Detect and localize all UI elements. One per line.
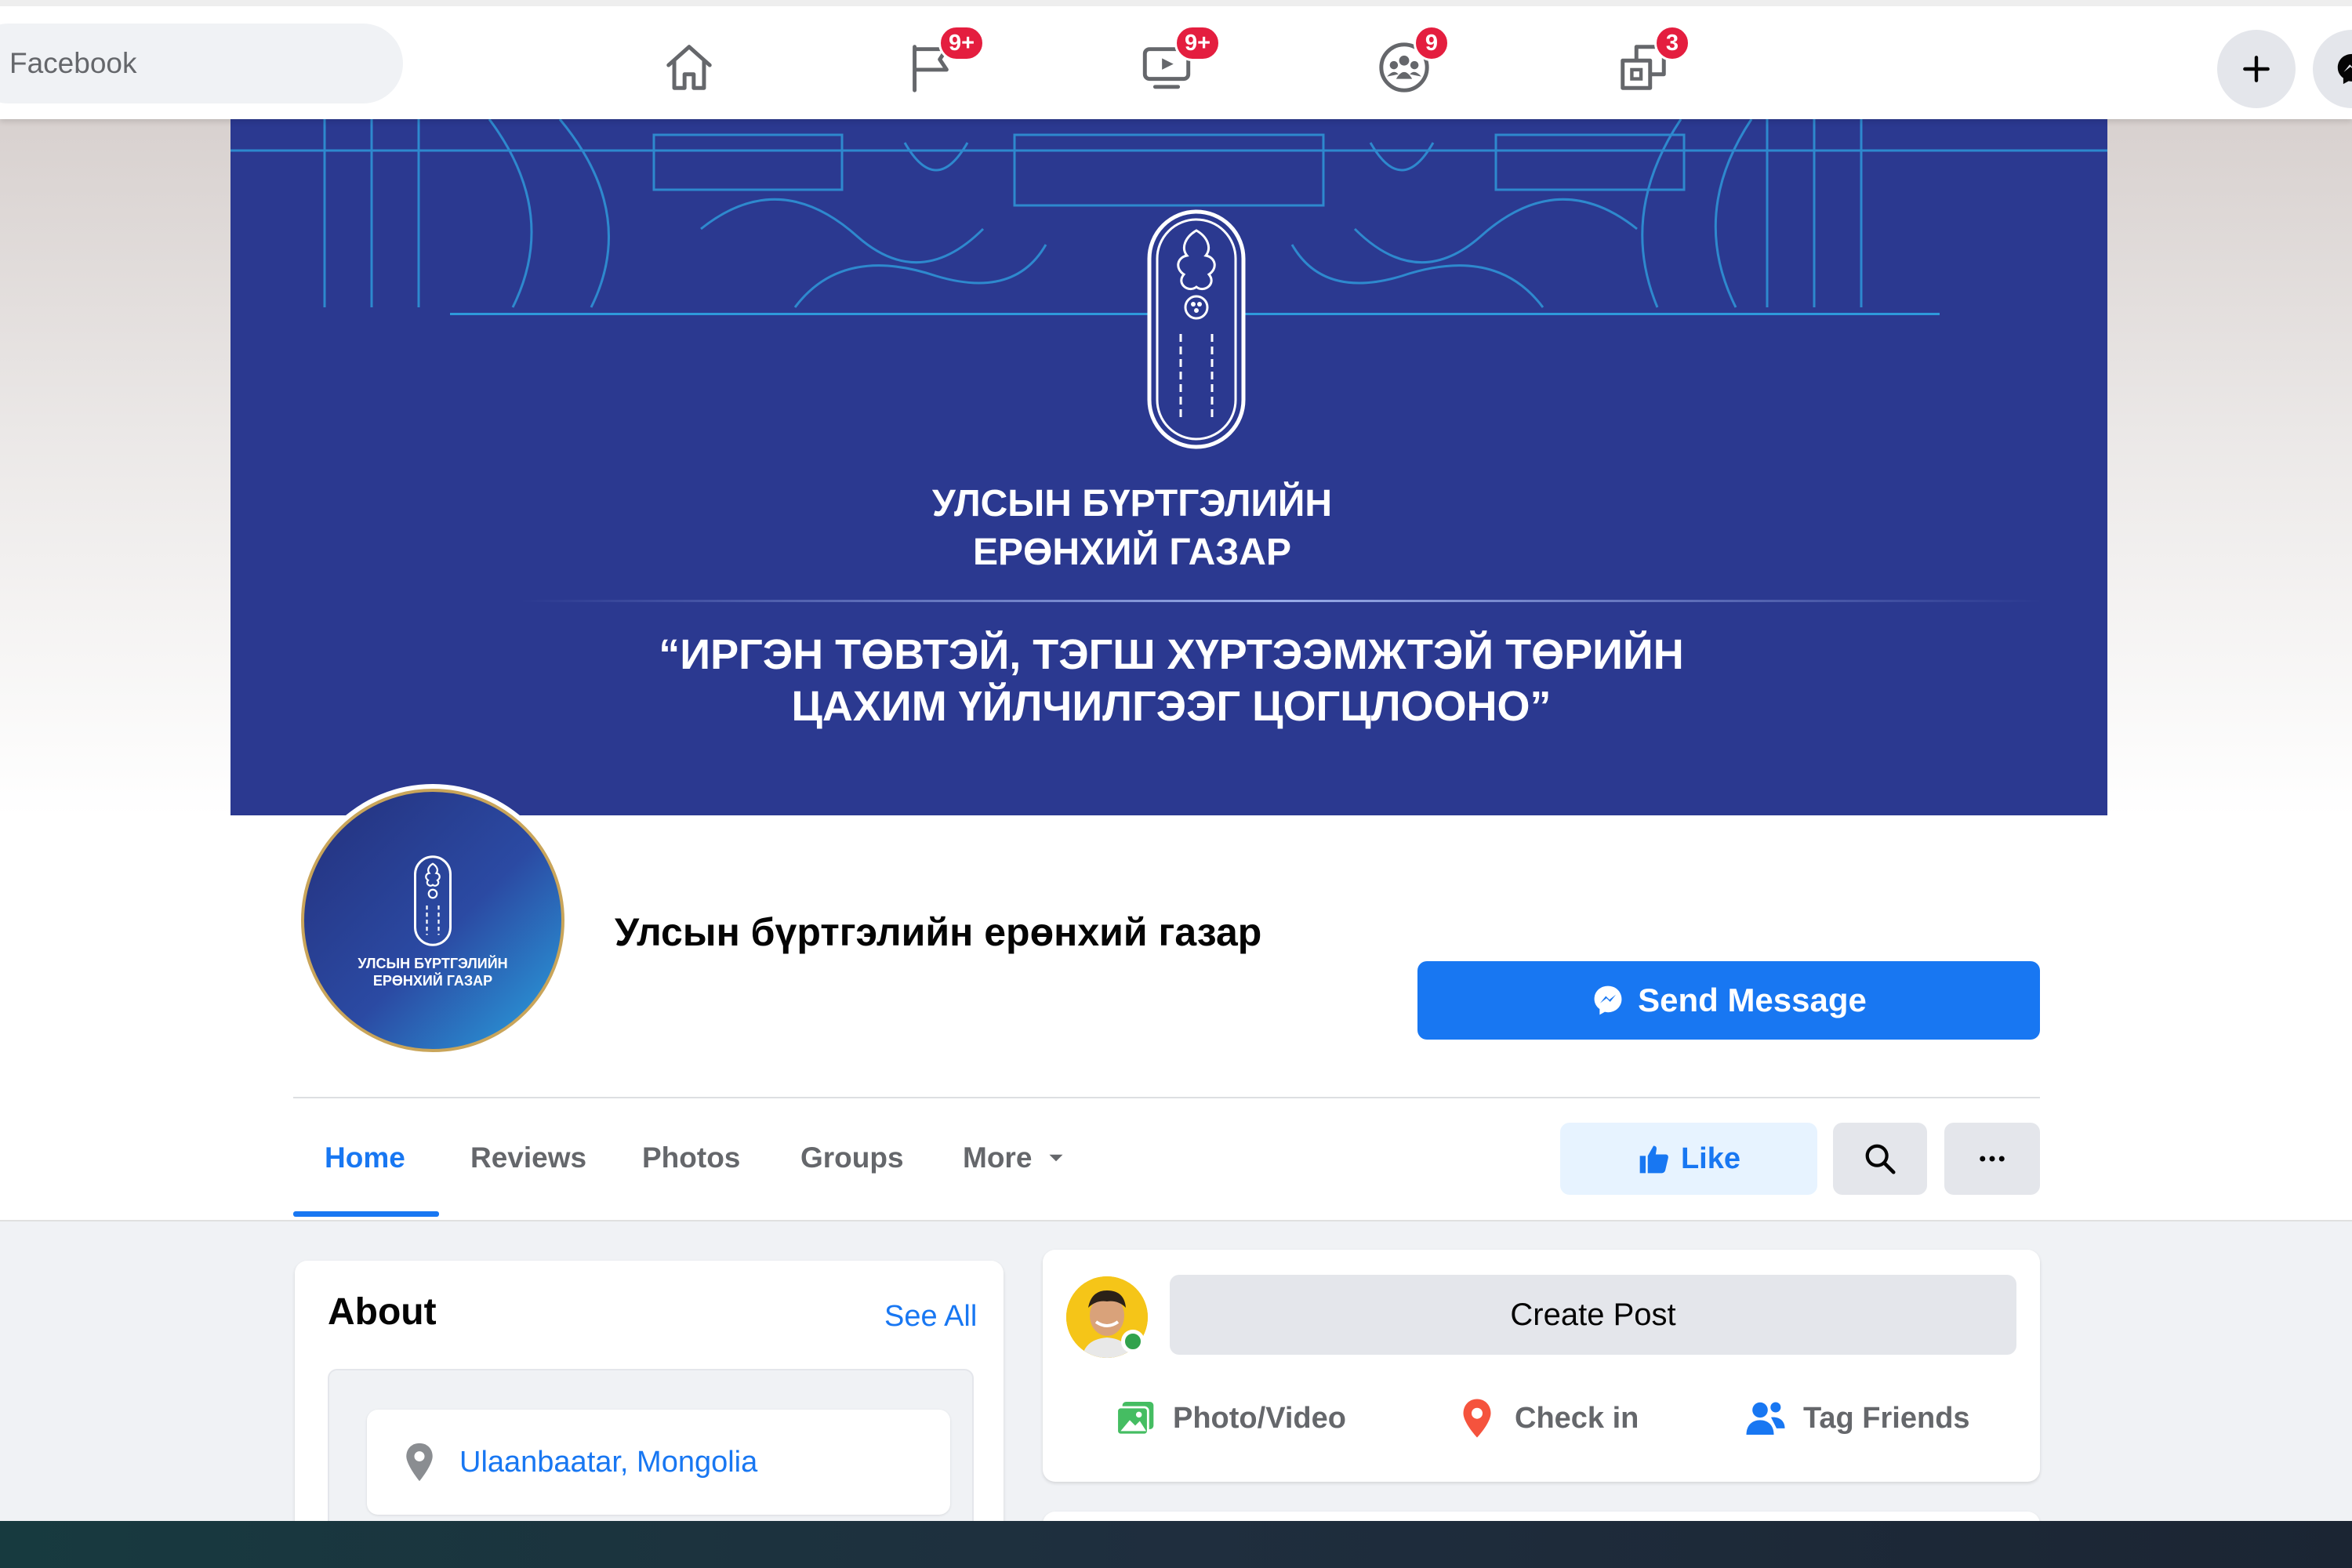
- notification-badge: 3: [1654, 25, 1690, 61]
- search-input[interactable]: Facebook: [0, 24, 403, 103]
- page-title: Улсын бүртгэлийн ерөнхий газар: [615, 910, 1262, 954]
- cover-slogan: “ИРГЭН ТӨВТЭЙ, ТЭГШ ХҮРТЭЭМЖТЭЙ ТӨРИЙН Ц…: [262, 629, 2081, 732]
- thumbs-up-icon: [1639, 1145, 1668, 1174]
- like-label: Like: [1680, 1142, 1741, 1175]
- check-in-button[interactable]: Check in: [1455, 1392, 1639, 1444]
- cover-org-line2: ЕРӨНХИЙ ГАЗАР: [973, 532, 1291, 573]
- notification-badge: 9+: [1174, 25, 1221, 61]
- cover-separator: [521, 600, 2042, 602]
- nav-tab-gaming[interactable]: 3: [1596, 25, 1690, 107]
- tag-friends-button[interactable]: Tag Friends: [1744, 1392, 1970, 1444]
- create-post-button[interactable]: Create Post: [1170, 1275, 2016, 1355]
- nav-tab-home[interactable]: [642, 28, 736, 107]
- send-message-label: Send Message: [1638, 982, 1867, 1018]
- like-button[interactable]: Like: [1560, 1123, 1817, 1195]
- tab-more-label: More: [963, 1142, 1033, 1174]
- messenger-button[interactable]: [2313, 30, 2352, 108]
- cover-slogan-line2: ЦАХИМ ҮЙЛЧИЛГЭЭГ ЦОГЦЛООНО”: [791, 683, 1552, 730]
- create-button[interactable]: [2217, 30, 2296, 108]
- online-status-dot: [1121, 1330, 1145, 1353]
- about-title: About: [328, 1291, 437, 1333]
- photo-video-label: Photo/Video: [1173, 1401, 1346, 1435]
- photo-icon: [1116, 1402, 1154, 1436]
- cover-slogan-line1: “ИРГЭН ТӨВТЭЙ, ТЭГШ ХҮРТЭЭМЖТЭЙ ТӨРИЙН: [659, 631, 1684, 678]
- messenger-icon: [1594, 985, 1622, 1015]
- avatar-line2: ЕРӨНХИЙ ГАЗАР: [372, 973, 493, 989]
- nav-tab-pages[interactable]: 9+: [884, 25, 985, 107]
- photo-video-button[interactable]: Photo/Video: [1113, 1392, 1346, 1444]
- location-text[interactable]: Ulaanbaatar, Mongolia: [459, 1446, 757, 1479]
- tab-reviews[interactable]: Reviews: [470, 1132, 586, 1184]
- location-pin-icon: [406, 1443, 433, 1482]
- home-icon: [666, 45, 712, 90]
- caret-down-icon: [1049, 1154, 1063, 1162]
- tab-groups[interactable]: Groups: [800, 1132, 904, 1184]
- tab-home[interactable]: Home: [325, 1132, 405, 1184]
- active-tab-indicator: [293, 1211, 439, 1217]
- tag-friends-icon: [1746, 1402, 1785, 1435]
- cover-org-line1: УЛСЫН БҮРТГЭЛИЙН: [931, 483, 1333, 524]
- avatar-emblem-icon: [414, 855, 452, 946]
- tag-friends-label: Tag Friends: [1803, 1401, 1970, 1435]
- plus-icon: [2243, 56, 2270, 82]
- messenger-icon: [2337, 53, 2352, 85]
- cover-photo[interactable]: УЛСЫН БҮРТГЭЛИЙН ЕРӨНХИЙ ГАЗАР “ИРГЭН ТӨ…: [230, 119, 2107, 815]
- more-dots-icon: [1980, 1156, 2005, 1162]
- search-placeholder: Facebook: [9, 47, 137, 79]
- avatar-caption: УЛСЫН БҮРТГЭЛИЙН ЕРӨНХИЙ ГАЗАР: [304, 955, 561, 989]
- check-in-pin-icon: [1463, 1399, 1491, 1438]
- divider: [293, 1097, 2040, 1098]
- top-navigation-bar: Facebook 9+ 9+ 9 3: [0, 0, 2352, 119]
- send-message-button[interactable]: Send Message: [1417, 961, 2040, 1040]
- os-taskbar: [0, 1521, 2352, 1568]
- see-all-link[interactable]: See All: [884, 1300, 977, 1334]
- avatar-line1: УЛСЫН БҮРТГЭЛИЙН: [358, 956, 508, 971]
- cover-org-name: УЛСЫН БҮРТГЭЛИЙН ЕРӨНХИЙ ГАЗАР: [230, 480, 2034, 577]
- notification-badge: 9+: [938, 25, 985, 61]
- nav-tab-groups[interactable]: 9: [1357, 25, 1451, 107]
- tab-more[interactable]: More: [963, 1132, 1069, 1184]
- tab-photos[interactable]: Photos: [642, 1132, 740, 1184]
- location-item[interactable]: Ulaanbaatar, Mongolia: [367, 1410, 950, 1515]
- search-icon: [1865, 1144, 1896, 1174]
- page-avatar[interactable]: УЛСЫН БҮРТГЭЛИЙН ЕРӨНХИЙ ГАЗАР: [301, 789, 564, 1052]
- more-options-button[interactable]: [1944, 1123, 2040, 1195]
- emblem-icon: [1147, 209, 1246, 449]
- search-page-button[interactable]: [1833, 1123, 1927, 1195]
- check-in-label: Check in: [1515, 1401, 1639, 1435]
- notification-badge: 9: [1414, 25, 1450, 61]
- nav-tab-watch[interactable]: 9+: [1120, 25, 1221, 107]
